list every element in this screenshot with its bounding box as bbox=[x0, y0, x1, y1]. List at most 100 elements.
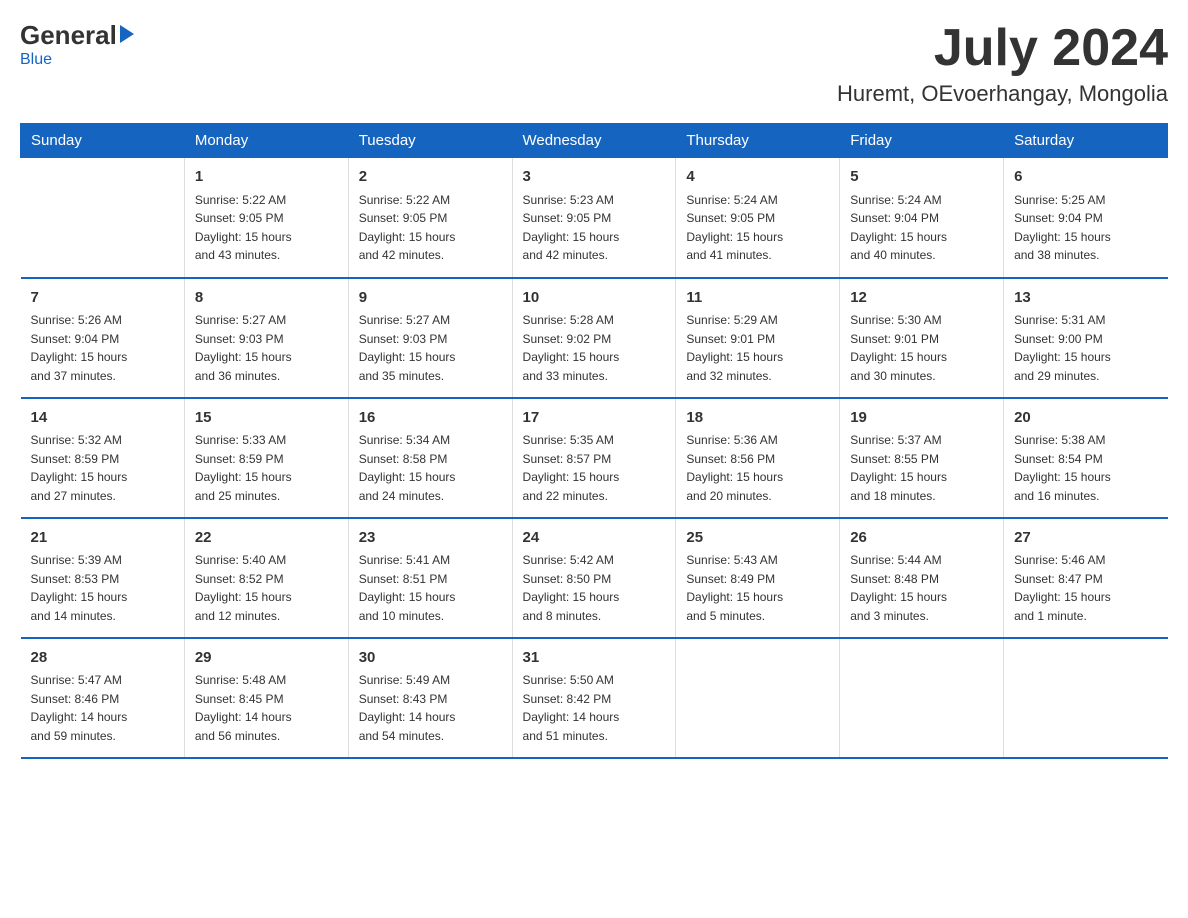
day-info: Sunrise: 5:25 AM Sunset: 9:04 PM Dayligh… bbox=[1014, 191, 1157, 265]
calendar-cell: 7Sunrise: 5:26 AM Sunset: 9:04 PM Daylig… bbox=[21, 278, 185, 398]
day-number: 20 bbox=[1014, 407, 1157, 430]
calendar-cell: 13Sunrise: 5:31 AM Sunset: 9:00 PM Dayli… bbox=[1004, 278, 1168, 398]
day-info: Sunrise: 5:22 AM Sunset: 9:05 PM Dayligh… bbox=[359, 191, 502, 265]
logo-general-text: General bbox=[20, 20, 117, 51]
calendar-cell: 15Sunrise: 5:33 AM Sunset: 8:59 PM Dayli… bbox=[184, 398, 348, 518]
day-info: Sunrise: 5:31 AM Sunset: 9:00 PM Dayligh… bbox=[1014, 311, 1157, 385]
day-number: 28 bbox=[31, 647, 174, 670]
calendar-cell bbox=[1004, 638, 1168, 758]
calendar-cell: 30Sunrise: 5:49 AM Sunset: 8:43 PM Dayli… bbox=[348, 638, 512, 758]
calendar-cell: 9Sunrise: 5:27 AM Sunset: 9:03 PM Daylig… bbox=[348, 278, 512, 398]
weekday-header-friday: Friday bbox=[840, 124, 1004, 158]
calendar-cell bbox=[676, 638, 840, 758]
calendar-cell: 17Sunrise: 5:35 AM Sunset: 8:57 PM Dayli… bbox=[512, 398, 676, 518]
day-number: 9 bbox=[359, 287, 502, 310]
day-info: Sunrise: 5:26 AM Sunset: 9:04 PM Dayligh… bbox=[31, 311, 174, 385]
day-info: Sunrise: 5:48 AM Sunset: 8:45 PM Dayligh… bbox=[195, 671, 338, 745]
calendar-cell: 25Sunrise: 5:43 AM Sunset: 8:49 PM Dayli… bbox=[676, 518, 840, 638]
calendar-cell: 26Sunrise: 5:44 AM Sunset: 8:48 PM Dayli… bbox=[840, 518, 1004, 638]
day-info: Sunrise: 5:39 AM Sunset: 8:53 PM Dayligh… bbox=[31, 551, 174, 625]
day-info: Sunrise: 5:36 AM Sunset: 8:56 PM Dayligh… bbox=[686, 431, 829, 505]
calendar-cell: 6Sunrise: 5:25 AM Sunset: 9:04 PM Daylig… bbox=[1004, 158, 1168, 278]
day-number: 16 bbox=[359, 407, 502, 430]
calendar-cell: 1Sunrise: 5:22 AM Sunset: 9:05 PM Daylig… bbox=[184, 158, 348, 278]
day-info: Sunrise: 5:41 AM Sunset: 8:51 PM Dayligh… bbox=[359, 551, 502, 625]
calendar-cell: 31Sunrise: 5:50 AM Sunset: 8:42 PM Dayli… bbox=[512, 638, 676, 758]
day-number: 8 bbox=[195, 287, 338, 310]
day-number: 23 bbox=[359, 527, 502, 550]
day-info: Sunrise: 5:24 AM Sunset: 9:04 PM Dayligh… bbox=[850, 191, 993, 265]
day-number: 3 bbox=[523, 166, 666, 189]
day-info: Sunrise: 5:30 AM Sunset: 9:01 PM Dayligh… bbox=[850, 311, 993, 385]
day-number: 29 bbox=[195, 647, 338, 670]
day-info: Sunrise: 5:34 AM Sunset: 8:58 PM Dayligh… bbox=[359, 431, 502, 505]
calendar-week-row: 28Sunrise: 5:47 AM Sunset: 8:46 PM Dayli… bbox=[21, 638, 1168, 758]
day-info: Sunrise: 5:27 AM Sunset: 9:03 PM Dayligh… bbox=[359, 311, 502, 385]
day-number: 10 bbox=[523, 287, 666, 310]
calendar-cell: 28Sunrise: 5:47 AM Sunset: 8:46 PM Dayli… bbox=[21, 638, 185, 758]
day-number: 1 bbox=[195, 166, 338, 189]
calendar-cell: 10Sunrise: 5:28 AM Sunset: 9:02 PM Dayli… bbox=[512, 278, 676, 398]
calendar-cell: 12Sunrise: 5:30 AM Sunset: 9:01 PM Dayli… bbox=[840, 278, 1004, 398]
day-info: Sunrise: 5:42 AM Sunset: 8:50 PM Dayligh… bbox=[523, 551, 666, 625]
day-number: 27 bbox=[1014, 527, 1157, 550]
day-info: Sunrise: 5:49 AM Sunset: 8:43 PM Dayligh… bbox=[359, 671, 502, 745]
day-number: 14 bbox=[31, 407, 174, 430]
day-info: Sunrise: 5:37 AM Sunset: 8:55 PM Dayligh… bbox=[850, 431, 993, 505]
weekday-header-wednesday: Wednesday bbox=[512, 124, 676, 158]
day-info: Sunrise: 5:38 AM Sunset: 8:54 PM Dayligh… bbox=[1014, 431, 1157, 505]
day-number: 6 bbox=[1014, 166, 1157, 189]
weekday-header-saturday: Saturday bbox=[1004, 124, 1168, 158]
calendar-cell: 22Sunrise: 5:40 AM Sunset: 8:52 PM Dayli… bbox=[184, 518, 348, 638]
calendar-cell: 3Sunrise: 5:23 AM Sunset: 9:05 PM Daylig… bbox=[512, 158, 676, 278]
day-info: Sunrise: 5:50 AM Sunset: 8:42 PM Dayligh… bbox=[523, 671, 666, 745]
title-block: July 2024 Huremt, OEvoerhangay, Mongolia bbox=[837, 20, 1168, 107]
day-info: Sunrise: 5:28 AM Sunset: 9:02 PM Dayligh… bbox=[523, 311, 666, 385]
calendar-cell: 27Sunrise: 5:46 AM Sunset: 8:47 PM Dayli… bbox=[1004, 518, 1168, 638]
day-info: Sunrise: 5:33 AM Sunset: 8:59 PM Dayligh… bbox=[195, 431, 338, 505]
calendar-cell: 5Sunrise: 5:24 AM Sunset: 9:04 PM Daylig… bbox=[840, 158, 1004, 278]
day-info: Sunrise: 5:23 AM Sunset: 9:05 PM Dayligh… bbox=[523, 191, 666, 265]
day-info: Sunrise: 5:44 AM Sunset: 8:48 PM Dayligh… bbox=[850, 551, 993, 625]
calendar-cell: 29Sunrise: 5:48 AM Sunset: 8:45 PM Dayli… bbox=[184, 638, 348, 758]
logo-triangle-icon bbox=[120, 25, 134, 43]
day-number: 12 bbox=[850, 287, 993, 310]
day-number: 7 bbox=[31, 287, 174, 310]
calendar-cell: 24Sunrise: 5:42 AM Sunset: 8:50 PM Dayli… bbox=[512, 518, 676, 638]
calendar-cell: 11Sunrise: 5:29 AM Sunset: 9:01 PM Dayli… bbox=[676, 278, 840, 398]
calendar-cell: 4Sunrise: 5:24 AM Sunset: 9:05 PM Daylig… bbox=[676, 158, 840, 278]
calendar-cell bbox=[840, 638, 1004, 758]
page-header: General Blue July 2024 Huremt, OEvoerhan… bbox=[20, 20, 1168, 107]
day-info: Sunrise: 5:27 AM Sunset: 9:03 PM Dayligh… bbox=[195, 311, 338, 385]
calendar-cell: 2Sunrise: 5:22 AM Sunset: 9:05 PM Daylig… bbox=[348, 158, 512, 278]
day-info: Sunrise: 5:22 AM Sunset: 9:05 PM Dayligh… bbox=[195, 191, 338, 265]
day-number: 17 bbox=[523, 407, 666, 430]
calendar-week-row: 7Sunrise: 5:26 AM Sunset: 9:04 PM Daylig… bbox=[21, 278, 1168, 398]
day-number: 30 bbox=[359, 647, 502, 670]
calendar-cell bbox=[21, 158, 185, 278]
logo: General Blue bbox=[20, 20, 134, 69]
weekday-header-monday: Monday bbox=[184, 124, 348, 158]
day-info: Sunrise: 5:29 AM Sunset: 9:01 PM Dayligh… bbox=[686, 311, 829, 385]
day-number: 15 bbox=[195, 407, 338, 430]
day-number: 5 bbox=[850, 166, 993, 189]
day-number: 21 bbox=[31, 527, 174, 550]
day-info: Sunrise: 5:43 AM Sunset: 8:49 PM Dayligh… bbox=[686, 551, 829, 625]
calendar-cell: 21Sunrise: 5:39 AM Sunset: 8:53 PM Dayli… bbox=[21, 518, 185, 638]
day-info: Sunrise: 5:47 AM Sunset: 8:46 PM Dayligh… bbox=[31, 671, 174, 745]
calendar-cell: 20Sunrise: 5:38 AM Sunset: 8:54 PM Dayli… bbox=[1004, 398, 1168, 518]
day-number: 24 bbox=[523, 527, 666, 550]
calendar-cell: 14Sunrise: 5:32 AM Sunset: 8:59 PM Dayli… bbox=[21, 398, 185, 518]
weekday-header-tuesday: Tuesday bbox=[348, 124, 512, 158]
calendar-cell: 19Sunrise: 5:37 AM Sunset: 8:55 PM Dayli… bbox=[840, 398, 1004, 518]
weekday-header-row: SundayMondayTuesdayWednesdayThursdayFrid… bbox=[21, 124, 1168, 158]
calendar-week-row: 14Sunrise: 5:32 AM Sunset: 8:59 PM Dayli… bbox=[21, 398, 1168, 518]
day-number: 31 bbox=[523, 647, 666, 670]
calendar-cell: 16Sunrise: 5:34 AM Sunset: 8:58 PM Dayli… bbox=[348, 398, 512, 518]
calendar-cell: 18Sunrise: 5:36 AM Sunset: 8:56 PM Dayli… bbox=[676, 398, 840, 518]
calendar-cell: 23Sunrise: 5:41 AM Sunset: 8:51 PM Dayli… bbox=[348, 518, 512, 638]
day-number: 2 bbox=[359, 166, 502, 189]
day-number: 22 bbox=[195, 527, 338, 550]
day-number: 26 bbox=[850, 527, 993, 550]
day-number: 18 bbox=[686, 407, 829, 430]
